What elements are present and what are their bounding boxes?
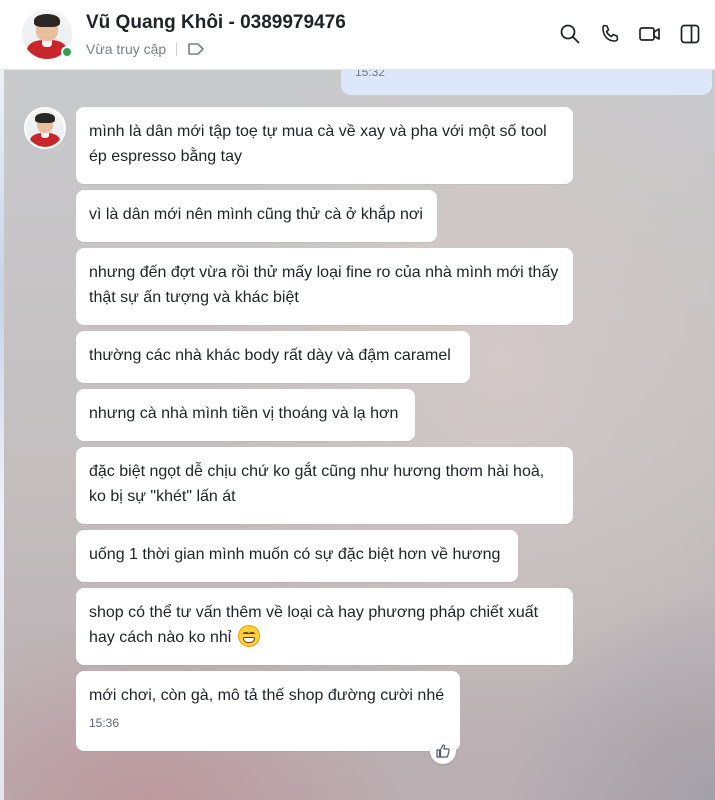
previous-sent-message[interactable]: 15:32 [341, 70, 712, 95]
sender-avatar[interactable] [24, 107, 66, 149]
message-bubble[interactable]: thường các nhà khác body rất dày và đậm … [76, 331, 470, 383]
message-text: uống 1 thời gian mình muốn có sự đặc biệ… [89, 546, 501, 563]
message-bubble[interactable]: shop có thể tư vấn thêm về loại cà hay p… [76, 588, 573, 665]
message-text: shop có thể tư vấn thêm về loại cà hay p… [89, 604, 539, 646]
message-time: 15:32 [355, 70, 386, 79]
contact-status-row: Vừa truy cập [86, 41, 205, 57]
thumbs-up-icon [436, 744, 450, 758]
side-panel-icon[interactable] [677, 20, 703, 48]
message-text: thường các nhà khác body rất dày và đậm … [89, 347, 451, 364]
like-reaction-button[interactable] [430, 738, 456, 764]
message-text: nhưng đến đợt vừa rồi thử mấy loại fine … [89, 264, 559, 306]
message-bubble[interactable]: mới chơi, còn gà, mô tả thế shop đường c… [76, 671, 460, 751]
message-time: 15:36 [89, 716, 120, 730]
message-bubble[interactable]: nhưng cà nhà mình tiền vị thoáng và lạ h… [76, 389, 415, 441]
message-text: đặc biệt ngọt dễ chịu chứ ko gắt cũng nh… [89, 463, 545, 505]
last-active-status: Vừa truy cập [86, 41, 167, 57]
message-text: mới chơi, còn gà, mô tả thế shop đường c… [89, 687, 445, 704]
search-icon[interactable] [557, 20, 583, 48]
video-call-icon[interactable] [637, 20, 663, 48]
message-bubble[interactable]: vì là dân mới nên mình cũng thử cà ở khắ… [76, 190, 437, 242]
message-list[interactable]: 15:32 mình là dân mới tập toẹ tự mua cà … [4, 70, 715, 800]
message-text: vì là dân mới nên mình cũng thử cà ở khắ… [89, 206, 423, 223]
message-bubble[interactable]: uống 1 thời gian mình muốn có sự đặc biệ… [76, 530, 518, 582]
contact-name[interactable]: Vũ Quang Khôi - 0389979476 [86, 12, 346, 34]
tag-icon[interactable] [187, 42, 205, 56]
header-actions [557, 20, 703, 48]
message-text: nhưng cà nhà mình tiền vị thoáng và lạ h… [89, 405, 399, 422]
message-bubble[interactable]: nhưng đến đợt vừa rồi thử mấy loại fine … [76, 248, 573, 325]
online-status-dot [61, 46, 73, 58]
phone-icon[interactable] [597, 20, 623, 48]
grinning-face-emoji [237, 625, 260, 647]
message-text: mình là dân mới tập toẹ tự mua cà về xay… [89, 123, 547, 165]
status-divider [176, 42, 178, 56]
chat-header: Vũ Quang Khôi - 0389979476 Vừa truy cập [0, 0, 715, 70]
message-bubble[interactable]: mình là dân mới tập toẹ tự mua cà về xay… [76, 107, 573, 184]
message-bubble[interactable]: đặc biệt ngọt dễ chịu chứ ko gắt cũng nh… [76, 447, 573, 524]
